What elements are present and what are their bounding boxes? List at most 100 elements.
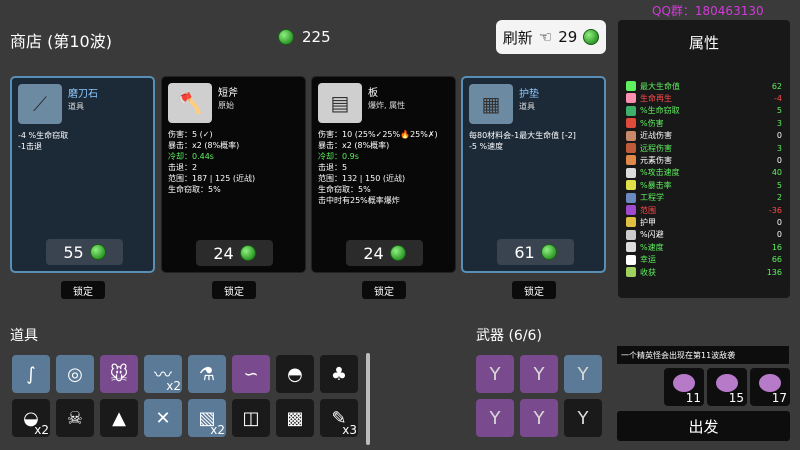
stat-label: 远程伤害 [640,143,672,153]
item-slot[interactable]: ◎ [56,355,94,393]
stat-row: 最大生命值 62 [626,80,782,92]
stat-value: 40 [771,168,782,178]
card-stat-line: 伤害：10 (25%✓25%🔥25%✗) [318,130,438,139]
card-stat-line: -1击退 [18,142,42,151]
item-slot[interactable]: ◓ [276,355,314,393]
buy-price-button[interactable]: 24 [196,240,273,266]
buy-price-button[interactable]: 55 [46,239,123,265]
stat-row: %攻击速度 40 [626,167,782,179]
buy-price-button[interactable]: 61 [497,239,574,265]
stat-icon [626,143,636,153]
pipe-icon: ∫ [26,363,36,385]
vest-icon: ▩ [286,407,304,429]
weapon-slot[interactable]: Y [476,399,514,437]
card-stat-line: 击退：2 [168,163,198,172]
price-value: 61 [514,242,535,262]
shop-card-4[interactable]: ▦ 护垫 道具 每80材料会-1最大生命值 [-2] -5 %速度 61 [461,76,606,273]
item-slot[interactable]: 〰 x2 [144,355,182,393]
stat-label: 范围 [640,205,656,215]
stat-row: %速度 16 [626,241,782,253]
stat-label: %暴击率 [640,180,672,190]
item-slot[interactable]: ∫ [12,355,50,393]
potion-icon: ⚗ [198,363,216,385]
stat-row: 远程伤害 3 [626,142,782,154]
padding-icon: ▦ [469,84,513,124]
weapon-slot[interactable]: Y [564,399,602,437]
weapon-slot[interactable]: Y [564,355,602,393]
go-button[interactable]: 出发 [617,411,790,441]
stat-value: 3 [776,118,782,128]
items-scrollbar[interactable] [366,353,370,445]
slingshot-icon: Y [577,407,589,429]
price-value: 24 [213,243,234,263]
card-type: 道具 [68,102,84,111]
material-gem-icon [239,245,256,261]
lock-button[interactable]: 锁定 [61,281,105,299]
stat-row: 工程学 2 [626,192,782,204]
lock-button[interactable]: 锁定 [512,281,556,299]
card-stat-line: 伤害：5 (✓) [168,130,213,139]
slingshot-icon: Y [577,363,589,385]
lock-button[interactable]: 锁定 [212,281,256,299]
stat-value: -4 [774,93,782,103]
item-slot[interactable]: ◒ x2 [12,399,50,437]
card-name: 磨刀石 [68,89,98,100]
card-stat-line: -5 %速度 [469,142,504,151]
item-slot[interactable]: ◫ [232,399,270,437]
shop-card-1[interactable]: ⟋ 磨刀石 道具 -4 %生命窃取 -1击退 55 [10,76,155,273]
weapon-slot[interactable]: Y [520,399,558,437]
card-type: 原始 [218,101,234,110]
stat-value: 66 [771,255,782,265]
item-slot[interactable]: ▩ [276,399,314,437]
material-gem-icon [389,245,406,261]
price-value: 55 [63,242,84,262]
weapons-section-label: 武器 (6/6) [476,328,542,344]
stat-value: 2 [776,193,782,203]
stat-label: 收获 [640,267,656,277]
stats-panel: 属性 最大生命值 62 生命再生 -4 %生命窃取 5 %伤害 3 近战伤害 0 远程伤害 3 元素伤害… [618,20,790,298]
card-stat-line: 暴击：x2 (8%概率) [318,141,390,150]
weapon-slot[interactable]: Y [476,355,514,393]
stat-row: 范围 -36 [626,204,782,216]
bucket-icon: ◫ [242,407,260,429]
item-slot[interactable]: ✎ x3 [320,399,358,437]
item-slot[interactable]: ▧ x2 [188,399,226,437]
stat-row: 收获 136 [626,266,782,278]
reroll-button[interactable]: 刷新 ☜ 29 [496,20,606,54]
item-slot[interactable]: ✕ [144,399,182,437]
slingshot-icon: Y [489,363,501,385]
card-stat-line: 生命窃取：5% [318,185,371,194]
lock-button[interactable]: 锁定 [362,281,406,299]
shop-card-3[interactable]: ▤ 板爆炸, 属性 伤害：10 (25%✓25%🔥25%✗) 暴击：x2 (8%概率)… [311,76,456,273]
stat-row: 幸运 66 [626,254,782,266]
stat-icon [626,118,636,129]
stat-row: 生命再生 -4 [626,92,782,104]
shop-card-2[interactable]: 🪓 短斧 原始 伤害：5 (✓) 暴击：x2 (8%概率) 冷却：0.44s 击退：2 范围：… [161,76,306,273]
elite-wave-info: 一个精英怪会出现在第11波敌袭 [617,346,789,364]
stat-row: %闪避 0 [626,229,782,241]
item-slot[interactable]: ⚗ [188,355,226,393]
item-slot[interactable]: ∽ [232,355,270,393]
elite-enemy-badge: 15 [707,368,747,406]
elite-enemy-badge: 11 [664,368,704,406]
stat-row: 元素伤害 0 [626,154,782,166]
stat-value: 16 [771,242,782,252]
stat-icon [626,267,636,277]
material-gem-icon [278,29,294,45]
stat-row: %生命窃取 5 [626,105,782,117]
item-slot[interactable]: 🐭 [100,355,138,393]
stat-row: 近战伤害 0 [626,130,782,142]
item-slot[interactable]: ▲ [100,399,138,437]
card-stat-line: 范围：132 | 150 (近战) [318,174,406,183]
stat-icon [626,155,636,166]
stat-value: 62 [771,81,782,91]
card-type: 爆炸, 属性 [368,101,406,110]
watermark: QQ群：180463130 [652,4,764,18]
weapon-slot[interactable]: Y [520,355,558,393]
card-stat-line: 击中时有25%概率爆炸 [318,196,400,205]
buy-price-button[interactable]: 24 [346,240,423,266]
item-slot[interactable]: ♣ [320,355,358,393]
card-stat-line: 暴击：x2 (8%概率) [168,141,240,150]
item-slot[interactable]: ☠ [56,399,94,437]
stat-label: %伤害 [640,118,664,128]
